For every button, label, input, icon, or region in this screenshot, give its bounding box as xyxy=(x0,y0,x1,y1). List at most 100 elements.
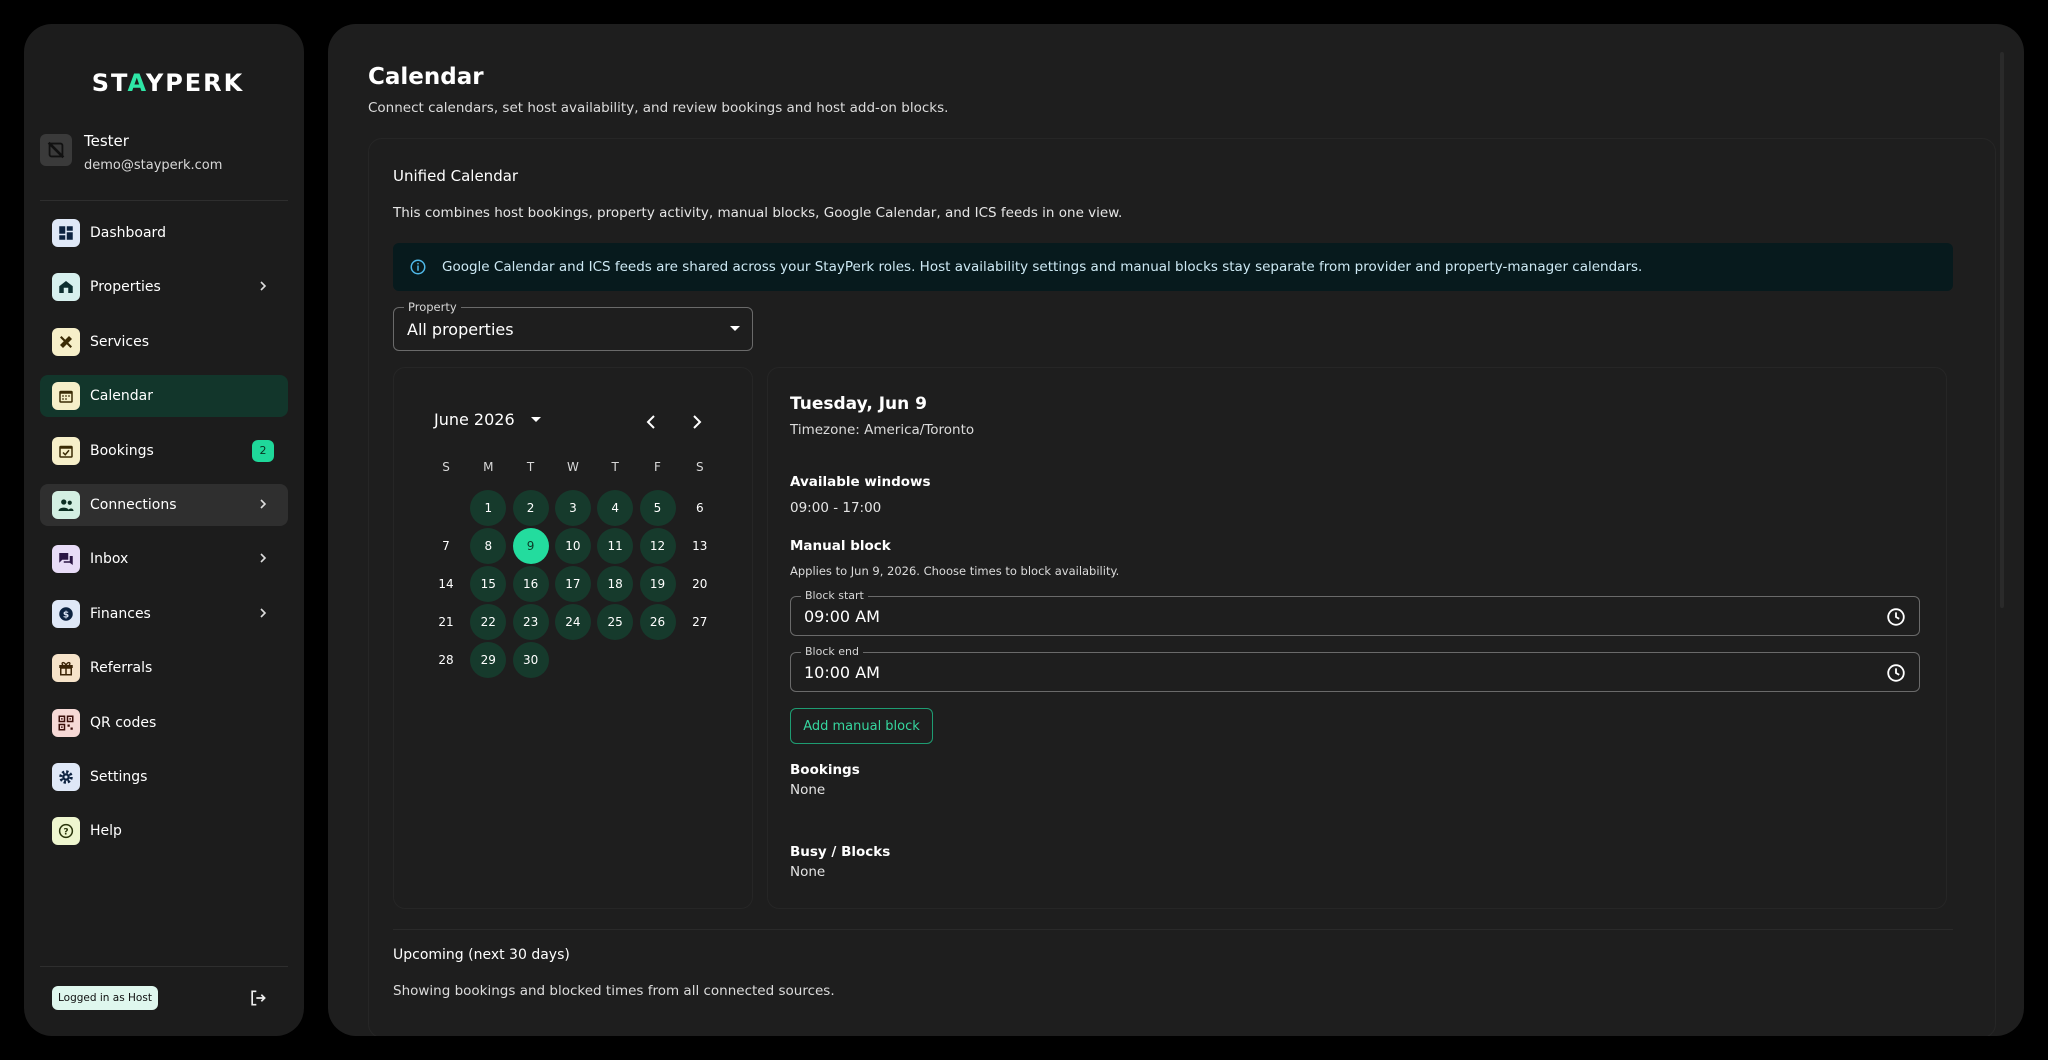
gift-icon xyxy=(52,654,80,683)
weekday-label: W xyxy=(566,460,579,474)
info-alert: Google Calendar and ICS feeds are shared… xyxy=(393,243,1953,291)
calendar-day[interactable]: 27 xyxy=(682,604,718,640)
booking-icon xyxy=(52,436,80,465)
day-grid: 1 2 3 4 5 6 7 8 9 10 11 12 13 14 15 16 17 18 19 20 21 22 23 24 2… xyxy=(428,490,722,680)
add-manual-block-button[interactable]: Add manual block xyxy=(790,708,933,744)
info-icon xyxy=(410,259,426,275)
calendar-day[interactable]: 30 xyxy=(512,642,549,678)
calendar-day[interactable]: 6 xyxy=(682,490,718,526)
page-subtitle: Connect calendars, set host availability… xyxy=(368,100,949,116)
calendar-day[interactable]: 7 xyxy=(428,528,464,564)
calendar-day[interactable]: 8 xyxy=(470,528,507,564)
calendar-day[interactable]: 24 xyxy=(554,604,591,640)
calendar-day[interactable]: 26 xyxy=(639,604,676,640)
calendar-day[interactable]: 5 xyxy=(639,490,676,526)
calendar-day[interactable]: 19 xyxy=(639,566,676,602)
gear-icon xyxy=(52,762,80,791)
sidebar-item-dashboard[interactable]: Dashboard xyxy=(40,212,288,254)
clock-icon[interactable] xyxy=(1885,606,1907,628)
weekday-label: M xyxy=(483,460,494,474)
sidebar-divider xyxy=(40,200,288,201)
calendar-day[interactable]: 21 xyxy=(428,604,464,640)
block-start-field[interactable]: Block start 09:00 AM xyxy=(790,589,1920,636)
previous-month-icon[interactable] xyxy=(642,412,662,432)
sidebar-item-properties[interactable]: Properties xyxy=(40,266,288,308)
calendar-day[interactable]: 18 xyxy=(597,566,634,602)
calendar-day[interactable]: 3 xyxy=(554,490,591,526)
property-select-value: All properties xyxy=(407,320,514,339)
weekday-label: S xyxy=(695,460,704,474)
clock-icon[interactable] xyxy=(1885,662,1907,684)
calendar-day[interactable]: 28 xyxy=(428,642,464,678)
sidebar-footer-divider xyxy=(40,966,288,967)
available-windows-label: Available windows xyxy=(790,474,931,490)
calendar-day[interactable]: 4 xyxy=(597,490,634,526)
sidebar-item-label: Properties xyxy=(90,279,161,296)
calendar-day[interactable]: 14 xyxy=(428,566,464,602)
chevron-right-icon xyxy=(260,281,267,291)
sidebar-item-inbox[interactable]: Inbox xyxy=(40,538,288,580)
broken-image-icon xyxy=(47,141,65,159)
stayperk-logo[interactable]: STAYPERK xyxy=(72,66,264,100)
help-icon: ? xyxy=(52,817,80,846)
timezone-text: Timezone: America/Toronto xyxy=(790,422,975,438)
sidebar-item-settings[interactable]: Settings xyxy=(40,756,288,798)
calendar-day[interactable]: 17 xyxy=(554,566,591,602)
day-detail-panel: Tuesday, Jun 9 Timezone: America/Toronto… xyxy=(767,367,1947,909)
block-start-label: Block start xyxy=(801,589,868,602)
calendar-day[interactable]: 25 xyxy=(597,604,634,640)
sidebar-item-services[interactable]: Services xyxy=(40,321,288,363)
sidebar-item-help[interactable]: ? Help xyxy=(40,810,288,852)
user-name: Tester xyxy=(84,132,129,150)
property-select-label: Property xyxy=(404,300,461,314)
calendar-day[interactable]: 1 xyxy=(470,490,507,526)
chat-icon xyxy=(52,545,80,574)
calendar-day-selected[interactable]: 9 xyxy=(512,528,549,564)
sidebar-item-bookings[interactable]: Bookings 2 xyxy=(40,430,288,472)
people-icon xyxy=(52,490,80,519)
chevron-right-icon xyxy=(260,499,267,509)
calendar-icon xyxy=(52,382,80,411)
calendar-day[interactable]: 13 xyxy=(682,528,718,564)
calendar-day[interactable]: 10 xyxy=(554,528,591,564)
dollar-icon: $ xyxy=(52,599,80,628)
avatar[interactable] xyxy=(40,134,72,166)
property-select[interactable]: Property All properties xyxy=(393,300,753,351)
sidebar: STAYPERK Tester demo@stayperk.com Dashbo… xyxy=(24,24,304,1036)
sidebar-item-connections[interactable]: Connections xyxy=(40,483,288,526)
sidebar-item-qr-codes[interactable]: QR codes xyxy=(40,702,288,744)
available-windows-value: 09:00 - 17:00 xyxy=(790,500,882,516)
sidebar-item-label: Settings xyxy=(90,768,148,785)
calendar-day[interactable]: 22 xyxy=(470,604,507,640)
role-badge: Logged in as Host xyxy=(52,986,158,1010)
sidebar-item-finances[interactable]: $ Finances xyxy=(40,593,288,635)
calendar-day[interactable]: 2 xyxy=(512,490,549,526)
bookings-label: Bookings xyxy=(790,762,860,778)
sidebar-item-label: Finances xyxy=(90,605,151,622)
busy-blocks-label: Busy / Blocks xyxy=(790,844,891,860)
home-icon xyxy=(52,273,80,302)
chevron-right-icon xyxy=(260,608,267,618)
sidebar-item-calendar[interactable]: Calendar xyxy=(40,375,288,418)
calendar-day[interactable]: 29 xyxy=(470,642,507,678)
main-scrollbar[interactable] xyxy=(2000,52,2004,608)
bookings-value: None xyxy=(790,782,826,798)
upcoming-title: Upcoming (next 30 days) xyxy=(393,947,570,963)
sidebar-item-label: QR codes xyxy=(90,714,157,731)
block-end-field[interactable]: Block end 10:00 AM xyxy=(790,645,1920,692)
logout-icon[interactable] xyxy=(248,988,268,1008)
sidebar-item-referrals[interactable]: Referrals xyxy=(40,647,288,689)
calendar-day[interactable]: 20 xyxy=(682,566,718,602)
sidebar-item-label: Help xyxy=(90,823,122,840)
calendar-day[interactable]: 11 xyxy=(597,528,634,564)
manual-block-label: Manual block xyxy=(790,538,891,554)
caret-down-icon xyxy=(730,326,740,331)
unified-calendar-description: This combines host bookings, property ac… xyxy=(393,205,1123,221)
calendar-day[interactable]: 15 xyxy=(470,566,507,602)
calendar-day[interactable]: 23 xyxy=(512,604,549,640)
month-select-button[interactable]: June 2026 xyxy=(434,410,541,429)
calendar-day[interactable]: 12 xyxy=(639,528,676,564)
next-month-icon[interactable] xyxy=(686,412,706,432)
sidebar-item-label: Calendar xyxy=(90,388,153,405)
calendar-day[interactable]: 16 xyxy=(512,566,549,602)
